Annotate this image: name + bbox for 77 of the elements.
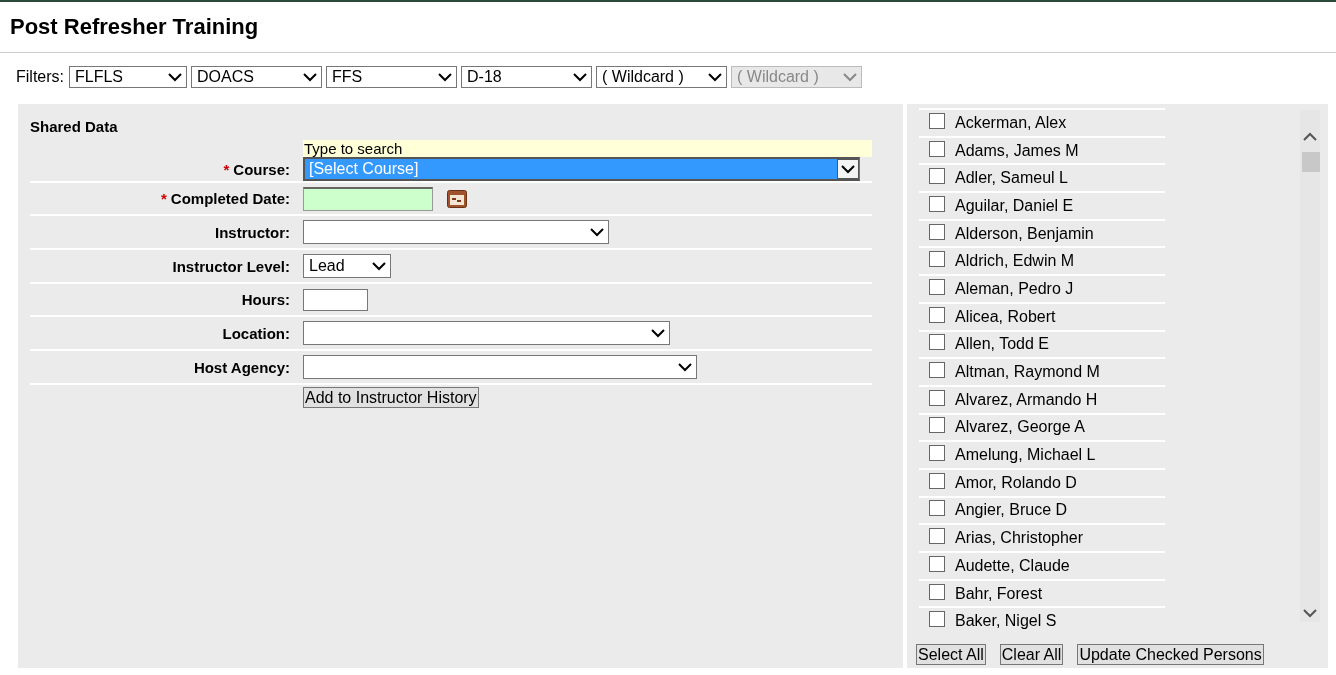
field-label: Hours: xyxy=(241,291,290,308)
chevron-icon xyxy=(303,72,317,82)
checkbox[interactable] xyxy=(929,583,945,600)
person-name: Altman, Raymond M xyxy=(955,363,1100,382)
person-name: Bahr, Forest xyxy=(955,584,1043,603)
section-title: Shared Data xyxy=(30,118,118,135)
checkbox[interactable] xyxy=(929,112,945,129)
search-hint: Type to search xyxy=(303,140,872,157)
person-name: Amor, Rolando D xyxy=(955,473,1077,492)
filter-dropdown[interactable]: DOACS xyxy=(191,66,322,88)
checkbox[interactable] xyxy=(929,472,945,489)
filter-dropdown[interactable]: FFS xyxy=(326,66,457,88)
chevron-icon xyxy=(573,72,587,82)
page-title: Post Refresher Training xyxy=(0,2,1336,53)
list-action-button[interactable]: Select All xyxy=(916,644,986,665)
person-name: Audette, Claude xyxy=(955,556,1070,575)
person-name: Adams, James M xyxy=(955,141,1079,160)
checkbox[interactable] xyxy=(929,334,945,351)
checkbox[interactable] xyxy=(929,500,945,517)
field-label: Host Agency: xyxy=(193,358,290,376)
checkbox[interactable] xyxy=(929,611,945,628)
person-name: Alicea, Robert xyxy=(955,307,1056,326)
field-label: Instructor Level: xyxy=(172,257,290,275)
filter-dropdown[interactable]: FLFLS xyxy=(69,66,187,88)
list-action-button[interactable]: Update Checked Persons xyxy=(1077,644,1264,665)
field-label: * Course: xyxy=(223,160,290,178)
checkbox[interactable] xyxy=(929,555,945,572)
checkbox[interactable] xyxy=(929,251,945,268)
person-name: Alvarez, Armando H xyxy=(955,390,1098,409)
checkbox[interactable] xyxy=(929,417,945,434)
checkbox[interactable] xyxy=(929,140,945,157)
chevron-icon xyxy=(708,72,722,82)
chevron-icon xyxy=(372,261,386,271)
field-label: Location: xyxy=(222,324,290,342)
chevron-icon xyxy=(168,72,182,82)
person-name: Baker, Nigel S xyxy=(955,612,1057,631)
person-name: Adler, Sameul L xyxy=(955,169,1068,188)
person-name: Allen, Todd E xyxy=(955,335,1049,354)
person-name: Ackerman, Alex xyxy=(955,113,1067,132)
dropdown[interactable] xyxy=(303,355,697,379)
checkbox[interactable] xyxy=(929,168,945,185)
chevron-icon xyxy=(678,362,692,372)
person-name: Aguilar, Daniel E xyxy=(955,196,1074,215)
dropdown[interactable] xyxy=(303,321,670,345)
calendar-icon[interactable] xyxy=(447,189,467,208)
person-name: Aleman, Pedro J xyxy=(955,279,1074,298)
checkbox[interactable] xyxy=(929,306,945,323)
person-name: Alvarez, George A xyxy=(955,418,1085,437)
person-name: Arias, Christopher xyxy=(955,529,1084,548)
field-label: Instructor: xyxy=(215,223,290,241)
checkbox[interactable] xyxy=(929,362,945,379)
checkbox[interactable] xyxy=(929,445,945,462)
chevron-icon xyxy=(590,227,604,237)
field-label: * Completed Date: xyxy=(160,190,290,207)
person-name: Alderson, Benjamin xyxy=(955,224,1094,243)
dropdown[interactable] xyxy=(303,220,609,244)
checkbox[interactable] xyxy=(929,528,945,545)
filter-dropdown[interactable]: ( Wildcard ) xyxy=(596,66,727,88)
person-name: Angier, Bruce D xyxy=(955,501,1068,520)
dropdown[interactable]: Lead xyxy=(303,254,391,278)
add-to-history-button[interactable]: Add to Instructor History xyxy=(303,387,479,408)
checkbox[interactable] xyxy=(929,389,945,406)
date-field[interactable] xyxy=(303,186,433,211)
filters-label: Filters: xyxy=(16,68,64,86)
list-action-button[interactable]: Clear All xyxy=(999,644,1064,665)
filter-dropdown[interactable]: D-18 xyxy=(461,66,592,88)
chevron-icon xyxy=(438,72,452,82)
chevron-icon xyxy=(843,72,857,82)
person-name: Aldrich, Edwin M xyxy=(955,252,1075,271)
person-name: Amelung, Michael L xyxy=(955,446,1096,465)
checkbox[interactable] xyxy=(929,223,945,240)
chevron-icon xyxy=(651,328,665,338)
checkbox[interactable] xyxy=(929,195,945,212)
chevron-icon xyxy=(841,164,855,174)
hours-field[interactable] xyxy=(303,288,368,311)
checkbox[interactable] xyxy=(929,278,945,295)
scrollbar[interactable] xyxy=(1300,110,1320,622)
